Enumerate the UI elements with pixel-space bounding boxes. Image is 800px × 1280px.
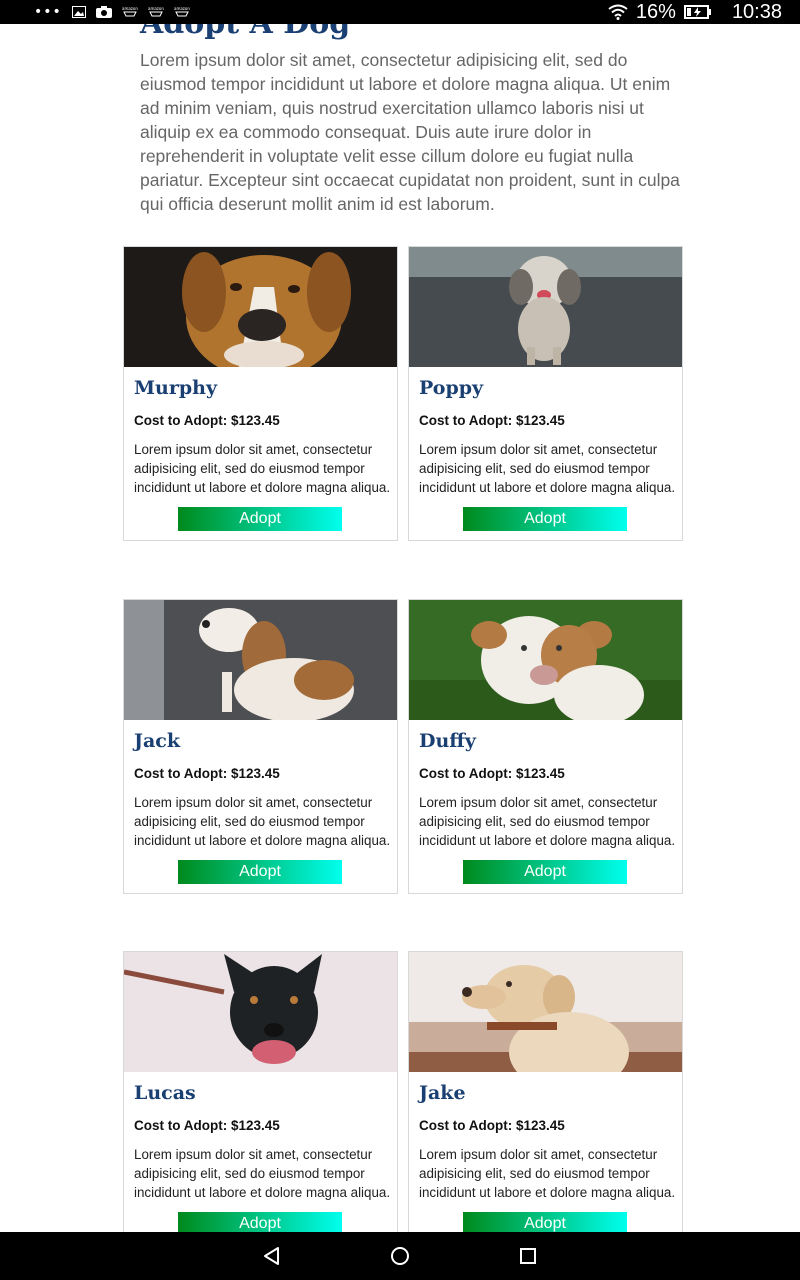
adopt-button[interactable]: Adopt (178, 860, 342, 884)
svg-text:amazon: amazon (174, 6, 190, 11)
dog-photo (409, 952, 682, 1072)
dog-description: Lorem ipsum dolor sit amet, consectetur … (419, 442, 676, 495)
back-button[interactable] (252, 1240, 292, 1272)
recents-icon (520, 1248, 536, 1264)
dog-name: Jack (134, 730, 181, 752)
dog-name: Murphy (134, 377, 217, 399)
dog-card: Poppy Cost to Adopt: $123.45 Lorem ipsum… (408, 246, 683, 541)
dog-cost: Cost to Adopt: $123.45 (419, 413, 565, 428)
adopt-button[interactable]: Adopt (463, 1212, 627, 1232)
amazon-cart-icon: amazon (148, 6, 164, 17)
dog-cost: Cost to Adopt: $123.45 (419, 1118, 565, 1133)
status-bar-system: 16% 10:38 (608, 1, 782, 24)
dog-cost: Cost to Adopt: $123.45 (134, 413, 280, 428)
dog-card: Murphy Cost to Adopt: $123.45 Lorem ipsu… (123, 246, 398, 541)
svg-text:amazon: amazon (148, 6, 164, 11)
adopt-button[interactable]: Adopt (463, 507, 627, 531)
dog-photo (409, 600, 682, 720)
dog-description: Lorem ipsum dolor sit amet, consectetur … (419, 1147, 676, 1200)
adopt-button[interactable]: Adopt (178, 1212, 342, 1232)
dog-description: Lorem ipsum dolor sit amet, consectetur … (134, 442, 391, 495)
gallery-icon (71, 6, 86, 18)
dog-photo (409, 247, 682, 367)
amazon-cart-icon: amazon (122, 6, 138, 17)
amazon-cart-icon: amazon (174, 6, 190, 17)
dog-cost: Cost to Adopt: $123.45 (134, 1118, 280, 1133)
battery-charging-icon (683, 5, 711, 19)
status-bar: ••• amazon amazon amazon 16% 10:38 (0, 0, 800, 24)
intro-paragraph: Lorem ipsum dolor sit amet, consectetur … (140, 50, 680, 214)
adopt-button[interactable]: Adopt (463, 860, 627, 884)
wifi-icon (608, 4, 628, 20)
page-title: Adopt A Dog (140, 24, 350, 41)
dog-description: Lorem ipsum dolor sit amet, consectetur … (134, 795, 391, 848)
overflow-icon: ••• (34, 4, 62, 20)
svg-text:amazon: amazon (122, 6, 138, 11)
dog-card: Lucas Cost to Adopt: $123.45 Lorem ipsum… (123, 951, 398, 1232)
dog-cost: Cost to Adopt: $123.45 (419, 766, 565, 781)
dog-photo (124, 247, 397, 367)
home-button[interactable] (380, 1240, 420, 1272)
dog-name: Jake (419, 1082, 466, 1104)
dog-photo (124, 952, 397, 1072)
clock: 10:38 (731, 0, 782, 23)
dog-name: Duffy (419, 730, 476, 752)
dog-card: Duffy Cost to Adopt: $123.45 Lorem ipsum… (408, 599, 683, 894)
navigation-bar (0, 1232, 800, 1280)
battery-level: 16% (635, 0, 676, 23)
dog-photo (124, 600, 397, 720)
dog-name: Poppy (419, 377, 484, 399)
status-bar-notifications: ••• amazon amazon amazon (34, 4, 190, 20)
dog-description: Lorem ipsum dolor sit amet, consectetur … (134, 1147, 391, 1200)
dog-card: Jake Cost to Adopt: $123.45 Lorem ipsum … (408, 951, 683, 1232)
dog-cost: Cost to Adopt: $123.45 (134, 766, 280, 781)
page-content[interactable]: Adopt A Dog Lorem ipsum dolor sit amet, … (0, 24, 800, 1232)
adopt-button[interactable]: Adopt (178, 507, 342, 531)
recents-button[interactable] (508, 1240, 548, 1272)
dog-name: Lucas (134, 1082, 196, 1104)
back-icon (264, 1247, 279, 1265)
dog-description: Lorem ipsum dolor sit amet, consectetur … (419, 795, 676, 848)
dog-card: Jack Cost to Adopt: $123.45 Lorem ipsum … (123, 599, 398, 894)
home-icon (391, 1247, 409, 1265)
camera-icon (95, 6, 112, 18)
